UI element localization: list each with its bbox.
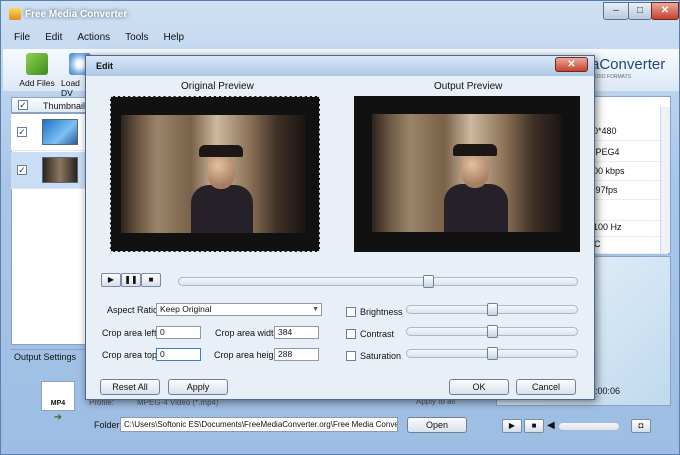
saturation-checkbox[interactable] bbox=[346, 351, 356, 361]
contrast-slider[interactable] bbox=[406, 325, 578, 338]
brightness-checkbox[interactable] bbox=[346, 307, 356, 317]
crop-width-field[interactable]: 384 bbox=[274, 326, 319, 339]
saturation-slider[interactable] bbox=[406, 347, 578, 360]
prop-bitrate: 200 kbps bbox=[588, 161, 668, 181]
frame-figure-face bbox=[461, 152, 489, 188]
saturation-slider-handle[interactable] bbox=[486, 347, 498, 360]
menu-edit[interactable]: Edit bbox=[45, 32, 62, 43]
select-all-checkbox[interactable]: ✓ bbox=[18, 100, 28, 110]
title-bar: Free Media Converter – □ ✕ bbox=[1, 1, 680, 29]
edit-dialog: Edit ✕ Original Preview Output Preview ▶… bbox=[85, 55, 595, 400]
menu-bar: File Edit Actions Tools Help bbox=[3, 32, 188, 48]
crop-left-label: Crop area left: bbox=[102, 328, 160, 338]
aspect-ratio-label: Aspect Ratio: bbox=[107, 305, 161, 315]
properties-panel: 40*480 MPEG4 200 kbps 9.97fps 4100 Hz AC bbox=[584, 96, 671, 254]
crop-width-label: Crop area width: bbox=[215, 328, 282, 338]
output-settings-title: Output Settings bbox=[14, 352, 77, 362]
folder-label: Folder: bbox=[94, 420, 123, 430]
frame-figure-hat bbox=[453, 144, 497, 156]
seek-slider[interactable] bbox=[178, 275, 578, 288]
row-checkbox[interactable]: ✓ bbox=[17, 165, 27, 175]
output-preview bbox=[354, 96, 580, 252]
crop-top-field[interactable]: 0 bbox=[156, 348, 201, 361]
brand-tagline: UDIO FORMATS bbox=[593, 74, 631, 80]
saturation-label: Saturation bbox=[360, 351, 402, 361]
brightness-label: Brightness bbox=[360, 307, 403, 317]
prop-framerate: 9.97fps bbox=[588, 180, 668, 200]
brightness-slider-handle[interactable] bbox=[486, 303, 498, 316]
prop-codec: MPEG4 bbox=[588, 142, 668, 162]
contrast-label: Contrast bbox=[360, 329, 395, 339]
crop-top-label: Crop area top: bbox=[102, 350, 160, 360]
chevron-down-icon: ▼ bbox=[312, 306, 319, 313]
contrast-slider-handle[interactable] bbox=[486, 325, 498, 338]
dialog-close-button[interactable]: ✕ bbox=[555, 57, 588, 72]
original-preview[interactable] bbox=[110, 96, 320, 252]
snapshot-button[interactable]: ◘ bbox=[631, 419, 651, 433]
original-preview-label: Original Preview bbox=[181, 81, 254, 92]
apply-button[interactable]: Apply bbox=[168, 379, 228, 395]
prop-resolution: 40*480 bbox=[588, 121, 668, 141]
brand-logo: aConverter bbox=[591, 56, 666, 73]
seek-slider-handle[interactable] bbox=[422, 275, 434, 288]
dialog-title: Edit bbox=[96, 61, 113, 71]
ok-button[interactable]: OK bbox=[449, 379, 509, 395]
crop-left-field[interactable]: 0 bbox=[156, 326, 201, 339]
stop-button[interactable]: ■ bbox=[141, 273, 161, 287]
brightness-slider[interactable] bbox=[406, 303, 578, 316]
properties-scrollbar[interactable] bbox=[660, 107, 670, 253]
thumbnail-column-header: Thumbnail bbox=[43, 101, 86, 111]
contrast-checkbox[interactable] bbox=[346, 329, 356, 339]
add-files-button[interactable]: Add Files bbox=[15, 53, 59, 88]
export-arrow-icon[interactable]: ➜ bbox=[41, 412, 75, 426]
prop-audio-codec: AC bbox=[588, 234, 668, 254]
crop-height-field[interactable]: 288 bbox=[274, 348, 319, 361]
open-folder-button[interactable]: Open bbox=[407, 417, 467, 433]
cancel-button[interactable]: Cancel bbox=[516, 379, 576, 395]
frame-figure-hat bbox=[199, 145, 243, 157]
minimize-button[interactable]: – bbox=[603, 2, 629, 20]
menu-actions[interactable]: Actions bbox=[77, 32, 110, 43]
original-video-frame bbox=[121, 115, 305, 233]
frame-figure-face bbox=[207, 153, 235, 189]
row-checkbox[interactable]: ✓ bbox=[17, 127, 27, 137]
output-preview-label: Output Preview bbox=[434, 81, 503, 92]
video-thumbnail bbox=[42, 157, 78, 183]
format-badge: MP4 bbox=[41, 381, 75, 411]
player-stop-button[interactable]: ■ bbox=[524, 419, 544, 433]
player-controls: ▶ ■ ◀ ◘ bbox=[496, 415, 671, 437]
dialog-title-bar: Edit ✕ bbox=[86, 56, 594, 76]
output-folder-field[interactable]: C:\Users\Softonic ES\Documents\FreeMedia… bbox=[120, 417, 398, 432]
aspect-ratio-value: Keep Original bbox=[160, 304, 212, 314]
play-button[interactable]: ▶ bbox=[101, 273, 121, 287]
app-icon bbox=[9, 8, 21, 20]
aspect-ratio-select[interactable]: Keep Original ▼ bbox=[156, 303, 322, 316]
frame-figure-body bbox=[444, 184, 508, 232]
player-play-button[interactable]: ▶ bbox=[502, 419, 522, 433]
menu-file[interactable]: File bbox=[14, 32, 30, 43]
volume-slider[interactable] bbox=[558, 422, 620, 431]
volume-icon[interactable]: ◀ bbox=[547, 420, 555, 431]
output-video-frame bbox=[372, 114, 562, 232]
add-files-icon bbox=[26, 53, 48, 75]
menu-tools[interactable]: Tools bbox=[125, 32, 148, 43]
add-files-label: Add Files bbox=[19, 78, 55, 88]
close-button[interactable]: ✕ bbox=[651, 2, 679, 20]
pause-button[interactable]: ❚❚ bbox=[121, 273, 141, 287]
menu-help[interactable]: Help bbox=[164, 32, 185, 43]
video-thumbnail bbox=[42, 119, 78, 145]
maximize-button[interactable]: □ bbox=[628, 2, 652, 20]
frame-figure-body bbox=[191, 185, 253, 233]
reset-all-button[interactable]: Reset All bbox=[100, 379, 160, 395]
window-title: Free Media Converter bbox=[25, 9, 128, 20]
